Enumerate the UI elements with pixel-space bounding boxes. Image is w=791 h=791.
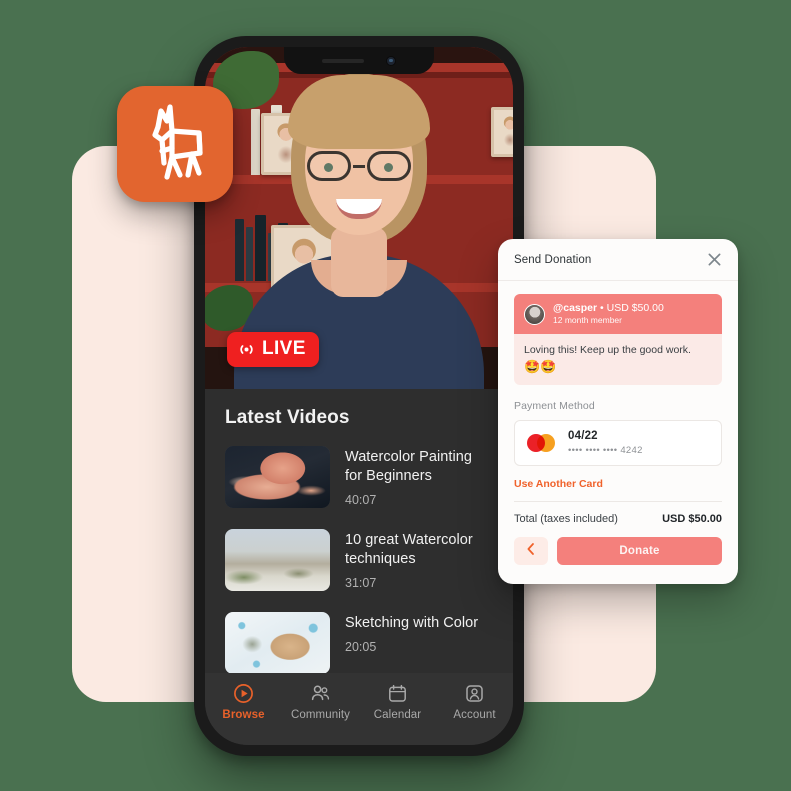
tab-browse[interactable]: Browse (205, 683, 282, 721)
video-duration: 31:07 (345, 576, 377, 591)
use-another-card-link[interactable]: Use Another Card (514, 478, 722, 490)
bottom-navigation-bar: Browse Community Calendar Account (205, 673, 513, 745)
video-list-item[interactable]: Watercolor Painting for Beginners 40:07 (225, 446, 493, 508)
tab-calendar[interactable]: Calendar (359, 683, 436, 721)
phone-screen: LIVE Latest Videos Watercolor Painting f… (205, 47, 513, 745)
person-glasses (307, 151, 411, 181)
donor-username: @casper (553, 302, 598, 314)
earpiece-speaker (322, 58, 364, 63)
latest-videos-section: Latest Videos Watercolor Painting for Be… (205, 389, 513, 674)
payment-method-label: Payment Method (514, 399, 595, 412)
donation-message-text: Loving this! Keep up the good work. (524, 344, 691, 357)
tab-label: Community (290, 709, 351, 721)
video-title: Watercolor Painting for Beginners (345, 449, 472, 485)
tab-label: Browse (222, 709, 265, 721)
donation-message-card: @casper • USD $50.00 12 month member Lov… (514, 294, 722, 385)
person-card-icon (464, 683, 485, 704)
calendar-icon (387, 683, 408, 704)
back-button[interactable] (514, 536, 548, 565)
donation-message-emoji: 🤩🤩 (524, 359, 557, 375)
person-neck (331, 227, 387, 297)
donation-header: Send Donation (498, 239, 738, 281)
section-title-latest-videos: Latest Videos (225, 407, 350, 428)
video-thumbnail[interactable] (225, 446, 330, 508)
card-expiry: 04/22 (568, 429, 598, 442)
person-hair-front (288, 75, 430, 149)
video-title: 10 great Watercolor techniques (345, 532, 473, 568)
broadcast-icon (238, 342, 255, 357)
phone-mockup: LIVE Latest Videos Watercolor Painting f… (194, 36, 524, 756)
donor-line: @casper • USD $50.00 (553, 302, 664, 315)
send-donation-panel: Send Donation @casper • USD $50.00 12 mo… (498, 239, 738, 584)
tab-label: Calendar (373, 709, 422, 721)
card-number: •••• •••• •••• 4242 (568, 444, 643, 456)
donation-message-body: Loving this! Keep up the good work. 🤩🤩 (514, 334, 722, 385)
video-title: Sketching with Color (345, 615, 479, 631)
donation-actions: Donate (514, 536, 722, 565)
people-icon (310, 683, 331, 704)
video-list-item[interactable]: Sketching with Color 20:05 (225, 612, 493, 674)
front-camera-icon (386, 55, 396, 66)
donate-button[interactable]: Donate (557, 536, 722, 565)
video-thumbnail[interactable] (225, 612, 330, 674)
donation-title: Send Donation (514, 253, 592, 266)
video-list-item[interactable]: 10 great Watercolor techniques 31:07 (225, 529, 493, 591)
tab-account[interactable]: Account (436, 683, 513, 721)
llama-icon (136, 101, 214, 188)
app-icon-llama[interactable] (117, 86, 233, 202)
tab-community[interactable]: Community (282, 683, 359, 721)
mastercard-icon (527, 433, 555, 452)
donor-separator: • (597, 302, 607, 314)
total-label: Total (taxes included) (514, 512, 618, 525)
video-duration: 20:05 (345, 640, 377, 655)
total-value: USD $50.00 (662, 512, 722, 525)
donor-membership: 12 month member (553, 315, 622, 326)
close-icon[interactable] (707, 252, 722, 267)
total-row: Total (taxes included) USD $50.00 (514, 502, 722, 537)
donation-message-header: @casper • USD $50.00 12 month member (514, 294, 722, 335)
avatar (524, 303, 545, 325)
live-badge: LIVE (227, 332, 319, 367)
tab-label: Account (453, 709, 496, 721)
video-thumbnail[interactable] (225, 529, 330, 591)
play-circle-icon (233, 683, 254, 704)
donor-amount: USD $50.00 (606, 302, 664, 314)
donation-body: @casper • USD $50.00 12 month member Lov… (498, 281, 738, 565)
video-duration: 40:07 (345, 493, 377, 508)
phone-notch (284, 47, 434, 74)
live-badge-label: LIVE (262, 338, 306, 359)
live-stream-video[interactable]: LIVE (205, 47, 513, 389)
artwork-frame-3 (491, 107, 513, 157)
saved-card-option[interactable]: 04/22 •••• •••• •••• 4242 (514, 419, 722, 466)
chevron-left-icon (525, 542, 537, 559)
